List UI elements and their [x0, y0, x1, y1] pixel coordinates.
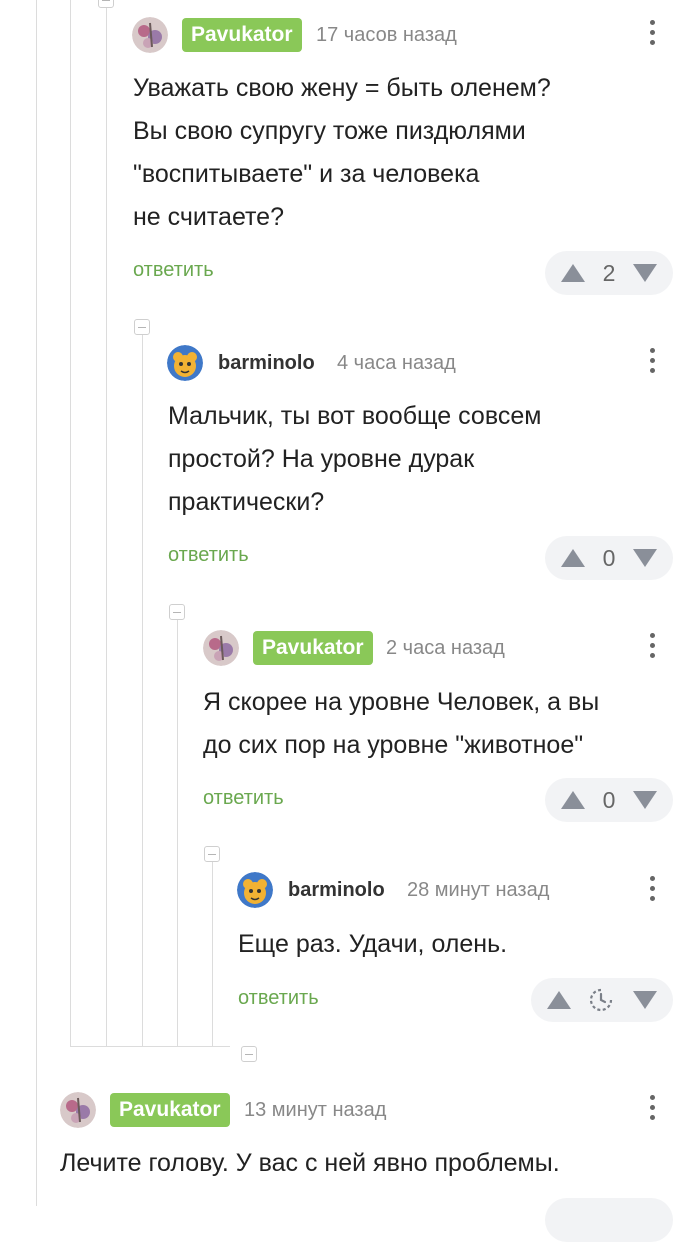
avatar[interactable]	[132, 17, 168, 53]
more-options-icon[interactable]	[646, 876, 658, 906]
avatar[interactable]	[167, 345, 203, 381]
more-options-icon[interactable]	[646, 1095, 658, 1125]
vote-widget: 0	[545, 536, 673, 580]
comment-text-line: практически?	[168, 488, 325, 516]
reply-link[interactable]: ответить	[168, 543, 249, 567]
comment-text-line: Еще раз. Удачи, олень.	[238, 930, 508, 958]
collapse-thread-toggle[interactable]	[241, 1046, 257, 1062]
vote-widget	[531, 978, 673, 1022]
avatar[interactable]	[203, 630, 239, 666]
comment-text-line: Мальчик, ты вот вообще совсем	[168, 402, 542, 430]
avatar[interactable]	[237, 872, 273, 908]
more-options-icon[interactable]	[646, 20, 658, 50]
collapse-thread-toggle[interactable]	[169, 604, 185, 620]
comment-time: 17 часов назад	[316, 24, 457, 46]
reply-link[interactable]: ответить	[133, 258, 214, 282]
author-badge[interactable]: Pavukator	[182, 18, 302, 52]
thread-line	[70, 0, 71, 1046]
username[interactable]: barminolo	[218, 351, 315, 375]
thread-line	[142, 335, 143, 1046]
more-options-icon[interactable]	[646, 633, 658, 663]
thread-line	[177, 620, 178, 1046]
comment-time: 2 часа назад	[386, 637, 505, 659]
thread-line	[212, 862, 213, 1046]
reply-link[interactable]: ответить	[203, 786, 284, 810]
thread-line	[36, 0, 37, 1206]
downvote-icon[interactable]	[633, 264, 657, 282]
downvote-icon[interactable]	[633, 791, 657, 809]
author-badge[interactable]: Pavukator	[253, 631, 373, 665]
comment-time: 28 минут назад	[407, 879, 550, 901]
upvote-icon[interactable]	[547, 991, 571, 1009]
avatar[interactable]	[60, 1092, 96, 1128]
collapse-thread-toggle[interactable]	[98, 0, 114, 8]
reply-link[interactable]: ответить	[238, 986, 319, 1010]
comment-text-line: простой? На уровне дурак	[168, 445, 475, 473]
comment-time: 4 часа назад	[337, 352, 456, 374]
collapse-thread-toggle[interactable]	[134, 319, 150, 335]
comment-text-line: Вы свою супругу тоже пиздюлями	[133, 117, 526, 145]
comment-text-line: не считаете?	[133, 203, 284, 231]
comment-time: 13 минут назад	[244, 1099, 387, 1121]
thread-end-line	[70, 1046, 230, 1047]
thread-line	[106, 0, 107, 1046]
username[interactable]: barminolo	[288, 878, 385, 902]
clock-pending-icon	[589, 988, 613, 1012]
comment-text-line: Уважать свою жену = быть оленем?	[133, 74, 551, 102]
comment-text-line: до сих пор на уровне "животное"	[203, 731, 584, 759]
vote-widget	[545, 1198, 673, 1242]
vote-widget: 0	[545, 778, 673, 822]
author-badge[interactable]: Pavukator	[110, 1093, 230, 1127]
comment-text-line: Лечите голову. У вас с ней явно проблемы…	[60, 1149, 560, 1177]
comment-text-line: Я скорее на уровне Человек, а вы	[203, 688, 600, 716]
collapse-thread-toggle[interactable]	[204, 846, 220, 862]
vote-widget: 2	[545, 251, 673, 295]
comment-text-line: "воспитываете" и за человека	[133, 160, 480, 188]
more-options-icon[interactable]	[646, 348, 658, 378]
downvote-icon[interactable]	[633, 549, 657, 567]
downvote-icon[interactable]	[633, 991, 657, 1009]
